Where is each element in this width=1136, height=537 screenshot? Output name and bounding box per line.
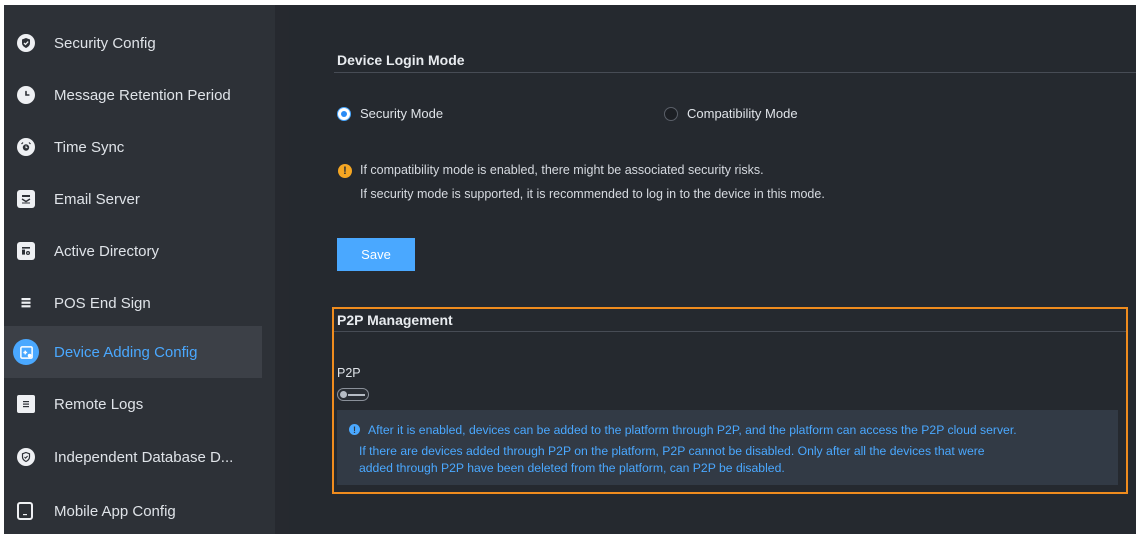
sidebar-item-active-directory[interactable]: Active Directory xyxy=(4,225,262,277)
radio-compatibility-mode[interactable]: Compatibility Mode xyxy=(664,106,798,121)
sidebar-item-time-sync[interactable]: Time Sync xyxy=(4,121,262,173)
radio-label: Security Mode xyxy=(360,106,444,121)
clock-icon xyxy=(17,86,35,104)
device-add-icon xyxy=(13,339,39,365)
directory-icon xyxy=(17,242,35,260)
sidebar: Security Config Message Retention Period… xyxy=(4,5,275,534)
section-divider xyxy=(334,72,1136,73)
sidebar-item-security-config[interactable]: Security Config xyxy=(4,17,262,69)
sidebar-item-label: Remote Logs xyxy=(54,395,144,413)
p2p-label: P2P xyxy=(337,366,361,380)
save-button[interactable]: Save xyxy=(337,238,415,271)
sidebar-item-label: Message Retention Period xyxy=(54,86,231,104)
radio-unchecked-icon xyxy=(664,106,678,121)
mobile-phone-icon xyxy=(17,502,33,520)
sidebar-item-independent-database[interactable]: Independent Database D... xyxy=(4,431,262,483)
p2p-info-line: If there are devices added through P2P o… xyxy=(359,444,985,458)
alarm-clock-icon xyxy=(17,138,35,156)
sidebar-item-email-server[interactable]: Email Server xyxy=(4,173,262,225)
log-document-icon xyxy=(17,395,35,413)
sidebar-divider xyxy=(275,5,289,534)
sidebar-item-label: Time Sync xyxy=(54,138,125,156)
radio-checked-icon xyxy=(337,106,351,121)
warning-icon: ! xyxy=(338,164,352,178)
toggle-track-line xyxy=(348,394,365,396)
database-shield-icon xyxy=(17,448,35,466)
shield-check-icon xyxy=(17,34,35,52)
pos-list-icon xyxy=(17,294,35,312)
sidebar-item-mobile-app-config[interactable]: Mobile App Config xyxy=(4,485,262,537)
sidebar-item-label: Security Config xyxy=(54,34,156,52)
sidebar-item-message-retention-period[interactable]: Message Retention Period xyxy=(4,69,262,121)
p2p-info-line: added through P2P have been deleted from… xyxy=(359,461,785,475)
radio-security-mode[interactable]: Security Mode xyxy=(337,106,443,121)
sidebar-item-remote-logs[interactable]: Remote Logs xyxy=(4,378,262,430)
p2p-toggle[interactable] xyxy=(337,388,369,401)
sidebar-item-label: Device Adding Config xyxy=(54,343,198,361)
section-divider xyxy=(334,331,1126,332)
sidebar-item-label: Email Server xyxy=(54,190,140,208)
info-icon: ! xyxy=(349,424,360,435)
security-recommendation-text: If security mode is supported, it is rec… xyxy=(360,187,825,201)
compatibility-warning-text: If compatibility mode is enabled, there … xyxy=(360,163,764,177)
radio-label: Compatibility Mode xyxy=(687,106,798,121)
toggle-knob xyxy=(340,391,347,398)
p2p-info-line: After it is enabled, devices can be adde… xyxy=(368,423,1017,437)
sidebar-item-label: Mobile App Config xyxy=(54,502,176,520)
sidebar-item-label: Independent Database D... xyxy=(54,448,234,466)
sidebar-item-label: POS End Sign xyxy=(54,294,151,312)
sidebar-item-pos-end-sign[interactable]: POS End Sign xyxy=(4,277,262,329)
p2p-management-title: P2P Management xyxy=(337,312,453,328)
device-login-mode-title: Device Login Mode xyxy=(337,52,465,68)
email-server-icon xyxy=(17,190,35,208)
sidebar-item-label: Active Directory xyxy=(54,242,160,260)
sidebar-item-device-adding-config[interactable]: Device Adding Config xyxy=(4,326,262,378)
